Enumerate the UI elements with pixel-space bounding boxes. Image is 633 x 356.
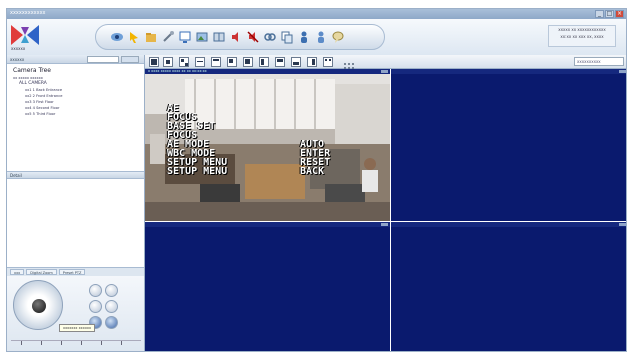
layout-1x1-icon[interactable] (149, 57, 159, 67)
copy-icon[interactable] (280, 30, 294, 44)
zoom-in-button[interactable] (89, 284, 102, 297)
folder-icon[interactable] (144, 30, 158, 44)
grid-icon[interactable] (212, 30, 226, 44)
layout-2x2-icon[interactable] (179, 57, 189, 67)
cell-controls-icon[interactable] (619, 70, 626, 73)
info-line-1: xxxxx xx xxxxxxxxxxxx (558, 27, 606, 32)
speaker-icon[interactable] (229, 30, 243, 44)
cell-controls-icon[interactable] (619, 223, 626, 226)
cell-controls-icon[interactable] (381, 223, 388, 226)
layout-toolbar: xxxxxxxxxx (145, 55, 626, 69)
layout-1-12-icon[interactable] (275, 57, 285, 67)
person2-icon[interactable] (314, 30, 328, 44)
left-panel-header: xxxxxx (7, 55, 144, 64)
layout-custom-icon[interactable] (323, 57, 333, 67)
camera-cell-4[interactable] (391, 222, 626, 351)
cursor-icon[interactable] (127, 30, 141, 44)
ptz-joystick[interactable] (13, 280, 63, 330)
screenshot-frame: xxxxxxxxxxxx _ □ × xxxxxx xxxxx xx xxxxx… (0, 0, 633, 356)
app-header: xxxxxx xxxxx xx xxxxxxxxxxxx xx:xx xx xx… (7, 19, 626, 55)
layout-1-9-icon[interactable] (259, 57, 269, 67)
close-button[interactable]: × (615, 10, 624, 18)
ptz-tabs: xxx Digital Zoom Preset PTZ (7, 267, 144, 276)
zoom-out-button[interactable] (105, 284, 118, 297)
tab-digital-zoom[interactable]: Digital Zoom (26, 269, 57, 275)
layout-stop-icon[interactable] (163, 57, 173, 67)
search-input[interactable] (87, 56, 119, 63)
view-select[interactable]: xxxxxxxxxx (574, 57, 624, 66)
main-toolbar (95, 24, 385, 50)
layout-4x4-icon[interactable] (211, 57, 221, 67)
left-panel: xxxxxx Camera Tree xx xxxxx xxxxxx ALL C… (7, 55, 145, 351)
logo-label: xxxxxx (11, 46, 26, 51)
camera-cell-header (391, 222, 626, 227)
status-info-box: xxxxx xx xxxxxxxxxxxx xx:xx xx xxx xx, x… (548, 25, 616, 47)
camera-tree: xx xxxxx xxxxxx ALL CAMERA xx1 1 Back En… (7, 75, 144, 117)
photo-icon[interactable] (195, 30, 209, 44)
detail-label: Detail (10, 173, 22, 178)
main-content: xxxxxxxxxx x xxxx xxxxx xxxx xx xx xx:xx… (145, 55, 626, 351)
maximize-button[interactable]: □ (605, 10, 614, 18)
ptz-control-panel: xxxxxxx xxxxxx (7, 276, 144, 351)
window-controls: _ □ × (595, 10, 624, 18)
tooltip: xxxxxxx xxxxxx (59, 324, 96, 332)
camera-grid: x xxxx xxxxx xxxx xx xx xx:xx:xx AE FOCU… (145, 69, 626, 351)
monitor-icon[interactable] (178, 30, 192, 44)
minimize-button[interactable]: _ (595, 10, 604, 18)
joystick-knob-icon[interactable] (32, 299, 46, 313)
layout-1-16-icon[interactable] (291, 57, 301, 67)
camera-cell-1[interactable]: x xxxx xxxxx xxxx xx xx xx:xx:xx AE FOCU… (145, 69, 390, 221)
window-title: xxxxxxxxxxxx (10, 10, 46, 16)
camera-cell-header (391, 69, 626, 74)
camera-icon[interactable] (110, 30, 124, 44)
camera-cell-2[interactable] (391, 69, 626, 221)
info-line-2: xx:xx xx xxx xx, xxxx (560, 34, 604, 39)
tools-icon[interactable] (161, 30, 175, 44)
focus-near-button[interactable] (89, 300, 102, 313)
search-button[interactable] (121, 56, 139, 63)
tab-preset-ptz[interactable]: Preset PTZ (58, 269, 86, 275)
cell-controls-icon[interactable] (381, 70, 388, 73)
iris-close-button[interactable] (105, 316, 118, 329)
camera-cell-header (145, 222, 390, 227)
title-bar: xxxxxxxxxxxx _ □ × (7, 9, 626, 19)
speed-slider[interactable] (11, 340, 141, 348)
osd-line: SETUP MENU (167, 166, 228, 177)
layout-1-7-icon[interactable] (243, 57, 253, 67)
sequence-dots-icon[interactable] (343, 57, 355, 69)
left-panel-label: xxxxxx (10, 57, 25, 62)
osd-line: BACK (300, 166, 325, 177)
link-icon[interactable] (263, 30, 277, 44)
layout-1-25-icon[interactable] (307, 57, 317, 67)
person-icon[interactable] (297, 30, 311, 44)
layout-3x3-icon[interactable] (195, 57, 205, 67)
mute-icon[interactable] (246, 30, 260, 44)
camera-cell-3[interactable] (145, 222, 390, 351)
app-window: xxxxxxxxxxxx _ □ × xxxxxx xxxxx xx xxxxx… (6, 8, 627, 352)
tree-node-camera-5[interactable]: xx5 5 Third Floor (7, 111, 144, 117)
tab-ptz[interactable]: xxx (10, 269, 25, 275)
osd-menu-left: AE FOCUS BASE SET FOCUS AE MODE WBC MODE… (167, 104, 228, 177)
tree-title: Camera Tree (13, 67, 51, 74)
detail-section-header: Detail (7, 171, 144, 179)
app-logo-icon (11, 25, 39, 45)
layout-1-5-icon[interactable] (227, 57, 237, 67)
focus-far-button[interactable] (105, 300, 118, 313)
osd-menu-right: AUTO ENTER RESET BACK (300, 140, 330, 177)
chat-icon[interactable] (331, 30, 345, 44)
